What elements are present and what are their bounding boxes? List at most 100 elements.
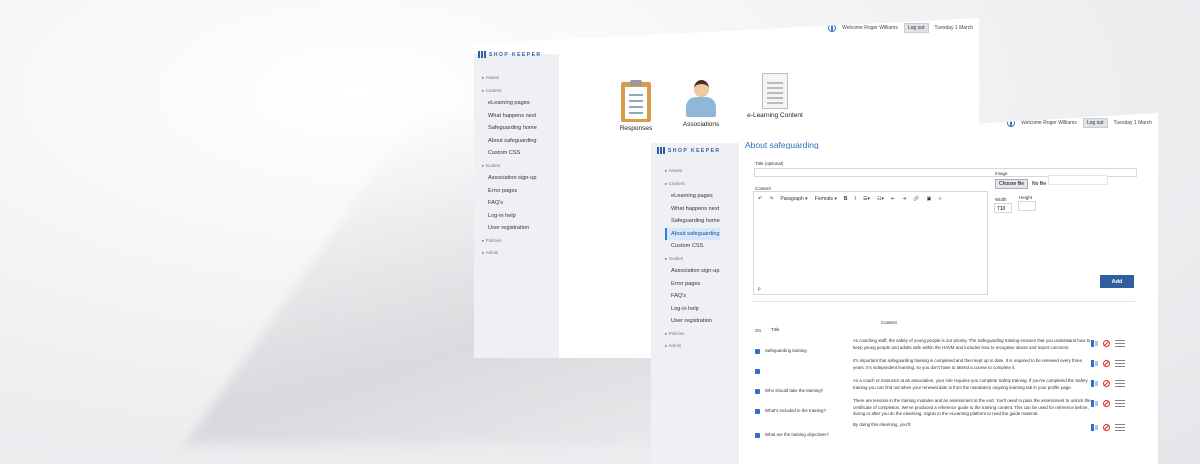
responses-tile[interactable]: Responses: [616, 80, 656, 132]
row-content: It's important that safeguarding trainin…: [853, 358, 1083, 370]
sidebar-item-association-sign-up[interactable]: Association sign-up: [665, 265, 720, 278]
drag-handle-icon[interactable]: [1115, 400, 1125, 407]
link-icon[interactable]: 🔗: [913, 196, 919, 202]
sidebar-item-guides[interactable]: ▸ Guides: [482, 160, 537, 173]
sidebar-item-about-safeguarding[interactable]: About safeguarding: [665, 227, 720, 240]
drag-handle-icon[interactable]: [1115, 360, 1125, 367]
elearning-content-tile[interactable]: e-Learning Content: [740, 73, 810, 119]
sidebar-item-label: User registration: [488, 225, 530, 231]
sidebar-item-what-happens-next[interactable]: What happens next: [482, 110, 537, 123]
sidebar-item-assets[interactable]: ▸ Assets: [482, 72, 537, 85]
indent-icon[interactable]: ⇥: [902, 196, 906, 202]
sidebar-item-admin[interactable]: ▸ Admin: [665, 340, 720, 353]
undo-icon[interactable]: ↶: [758, 196, 762, 202]
logo[interactable]: SHOP KEEPER: [478, 51, 542, 58]
drag-handle-icon[interactable]: [1115, 424, 1125, 431]
logo-text: SHOP KEEPER: [489, 51, 542, 58]
sidebar-item-label: FAQ's: [671, 293, 687, 299]
outdent-icon[interactable]: ⇤: [891, 196, 895, 202]
welcome-text: Welcome Roger Williams: [1021, 120, 1077, 126]
sidebar-item-label: Content: [485, 87, 502, 93]
sidebar-item-safeguarding-home[interactable]: Safeguarding home: [482, 122, 537, 135]
sidebar-item-user-registration[interactable]: User registration: [482, 222, 537, 235]
sidebar-item-log-in-help[interactable]: Log-in help: [665, 303, 720, 316]
sidebar-item-about-safeguarding[interactable]: About safeguarding: [482, 135, 537, 148]
associations-tile[interactable]: Associations: [680, 78, 722, 128]
sidebar-item-custom-css[interactable]: Custom CSS: [482, 147, 537, 160]
sidebar-item-policies[interactable]: ▸ Policies: [665, 328, 720, 341]
delete-icon[interactable]: [1103, 400, 1110, 407]
sidebar-item-label: Policies: [485, 237, 502, 243]
front-nav: ▸ Assets ▸ Content eLearning pages What hap…: [665, 165, 720, 353]
on-checkbox[interactable]: [755, 409, 760, 414]
sidebar-item-what-happens-next[interactable]: What happens next: [665, 203, 720, 216]
on-checkbox[interactable]: [755, 389, 760, 394]
sidebar-item-label: Custom CSS: [671, 243, 704, 249]
image-icon[interactable]: ▣: [927, 196, 932, 202]
logo-text: SHOP KEEPER: [668, 147, 721, 154]
height-input[interactable]: [1018, 201, 1036, 211]
reorder-icon[interactable]: [1091, 424, 1098, 431]
sidebar-item-label: Error pages: [671, 280, 701, 287]
redo-icon[interactable]: ↷: [769, 196, 773, 202]
front-topbar: Welcome Roger Williams Log out Tuesday 1…: [1007, 118, 1152, 128]
reorder-icon[interactable]: [1091, 380, 1098, 387]
reorder-icon[interactable]: [1091, 400, 1098, 407]
content-table: On Title Content Safeguarding training As…: [753, 301, 1135, 464]
formats-select[interactable]: Formats ▾: [815, 196, 837, 202]
sidebar-item-safeguarding-home[interactable]: Safeguarding home: [665, 215, 720, 228]
sidebar-item-custom-css[interactable]: Custom CSS: [665, 240, 720, 253]
sidebar-item-policies[interactable]: ▸ Policies: [482, 235, 537, 248]
reorder-icon[interactable]: [1091, 360, 1098, 367]
sidebar-item-admin[interactable]: ▸ Admin: [482, 247, 537, 260]
on-checkbox[interactable]: [755, 433, 760, 438]
reorder-icon[interactable]: [1091, 340, 1098, 347]
delete-icon[interactable]: [1103, 360, 1110, 367]
width-input[interactable]: 710: [994, 203, 1012, 213]
content-editor[interactable]: ↶ ↷ Paragraph ▾ Formats ▾ B I ☰▾ ☷▾ ⇤ ⇥ …: [753, 191, 988, 295]
bold-icon[interactable]: B: [844, 196, 848, 202]
choose-file-button[interactable]: Choose file: [995, 179, 1029, 189]
globe-icon[interactable]: [828, 24, 837, 32]
sidebar-item-user-registration[interactable]: User registration: [665, 315, 720, 328]
drag-handle-icon[interactable]: [1115, 380, 1125, 387]
add-button[interactable]: Add: [1100, 275, 1134, 288]
sidebar-item-faq-s[interactable]: FAQ's: [482, 197, 537, 210]
row-actions: [1091, 380, 1125, 387]
italic-icon[interactable]: I: [855, 196, 856, 202]
logout-button[interactable]: Log out: [1082, 118, 1108, 128]
sidebar-item-elearning-pages[interactable]: eLearning pages: [482, 97, 537, 110]
sidebar-item-assets[interactable]: ▸ Assets: [665, 165, 720, 178]
sidebar-item-content[interactable]: ▸ Content: [665, 178, 720, 191]
sidebar-item-log-in-help[interactable]: Log-in help: [482, 210, 537, 223]
delete-icon[interactable]: [1103, 380, 1110, 387]
row-content: By doing this elearning, you'll:: [853, 422, 911, 427]
sidebar-item-content[interactable]: ▸ Content: [482, 85, 537, 98]
sidebar-item-association-sign-up[interactable]: Association sign-up: [482, 172, 537, 185]
back-nav: ▸ Assets ▸ Content eLearning pages What hap…: [482, 72, 537, 260]
person-icon: [686, 78, 716, 118]
logout-button[interactable]: Log out: [903, 23, 929, 33]
code-icon[interactable]: ‹›: [938, 196, 941, 202]
delete-icon[interactable]: [1103, 424, 1110, 431]
sidebar-item-guides[interactable]: ▸ Guides: [665, 253, 720, 266]
numbered-list-icon[interactable]: ☷▾: [877, 196, 884, 202]
sidebar-item-error-pages[interactable]: Error pages: [482, 185, 537, 198]
sidebar-item-label: What happens next: [488, 112, 537, 119]
file-box: [1048, 175, 1108, 185]
on-checkbox[interactable]: [755, 369, 760, 374]
sidebar-item-label: Assets: [485, 75, 500, 80]
elearning-content-label: e-Learning Content: [747, 112, 803, 119]
globe-icon[interactable]: [1007, 119, 1016, 127]
sidebar-item-faq-s[interactable]: FAQ's: [665, 290, 720, 303]
logo[interactable]: SHOP KEEPER: [657, 147, 721, 154]
bullet-list-icon[interactable]: ☰▾: [863, 196, 870, 202]
row-actions: [1091, 360, 1125, 367]
sidebar-item-error-pages[interactable]: Error pages: [665, 278, 720, 291]
sidebar-item-elearning-pages[interactable]: eLearning pages: [665, 190, 720, 203]
paragraph-select[interactable]: Paragraph ▾: [780, 196, 807, 202]
on-checkbox[interactable]: [755, 349, 760, 354]
drag-handle-icon[interactable]: [1115, 340, 1125, 347]
sidebar-item-label: What happens next: [671, 205, 720, 212]
delete-icon[interactable]: [1103, 340, 1110, 347]
